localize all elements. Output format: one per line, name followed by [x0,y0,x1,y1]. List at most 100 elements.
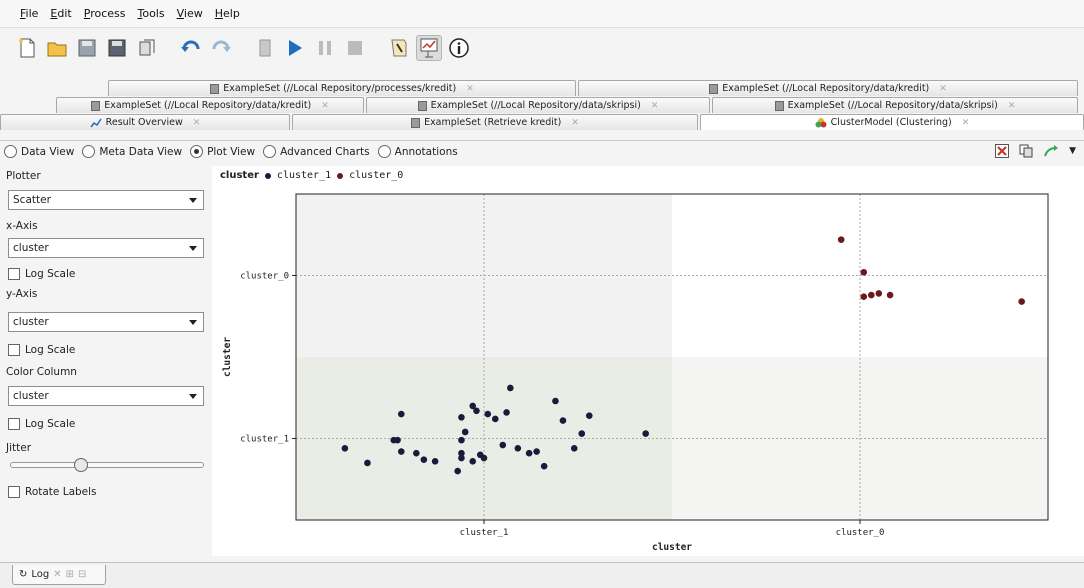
menu-edit[interactable]: Edit [50,7,71,20]
close-icon[interactable]: ✕ [571,118,579,128]
copy-icon[interactable] [1019,144,1033,158]
cluster-model-icon [815,118,827,128]
close-view-icon[interactable] [995,144,1010,158]
data-point-cluster-0 [886,291,894,299]
run-icon[interactable] [282,35,308,61]
plotter-value: Scatter [13,194,51,206]
radio-meta-data-view[interactable]: Meta Data View [82,145,182,158]
undo-icon[interactable] [178,35,204,61]
pause-icon[interactable] [312,35,338,61]
tab-result-overview[interactable]: Result Overview ✕ [0,114,290,130]
tab-exampleset-retrieve-kredit[interactable]: ExampleSet (Retrieve kredit) ✕ [292,114,698,130]
checkbox-box[interactable] [8,418,20,430]
color-column-select[interactable]: cluster [8,386,204,406]
close-icon[interactable]: ✕ [193,118,201,128]
tab-exampleset-data-skripsi[interactable]: ExampleSet (//Local Repository/data/skri… [366,97,710,113]
close-icon[interactable]: ✕ [466,84,474,94]
open-icon[interactable] [44,35,70,61]
export-icon[interactable] [134,35,160,61]
menu-process[interactable]: Process [84,7,126,20]
y-axis-select[interactable]: cluster [8,312,204,332]
data-point-cluster-1 [491,415,499,423]
menu-tools[interactable]: Tools [137,7,164,20]
x-axis-value: cluster [13,242,49,254]
color-column-label: Color Column [6,366,77,378]
menu-file[interactable]: File [20,7,38,20]
data-point-cluster-0 [875,290,883,297]
plot-area: cluster cluster_1 cluster_0 cluster_1 clu… [212,166,1084,556]
chevron-down-icon[interactable]: ▼ [1069,146,1076,156]
radio-circle[interactable] [4,145,17,158]
data-point-cluster-1 [480,454,488,462]
legend-item-cluster-0: cluster_0 [349,170,404,181]
data-point-cluster-1 [458,449,465,457]
chart-legend: cluster cluster_1 cluster_0 [220,170,403,181]
results-icon[interactable] [416,35,442,61]
stop-icon[interactable] [342,35,368,61]
wizard-icon[interactable] [386,35,412,61]
chevron-down-icon [189,198,197,203]
color-log-scale-checkbox[interactable]: Log Scale [8,418,75,430]
close-icon[interactable]: ✕ [962,118,970,128]
plotter-select[interactable]: Scatter [8,190,204,210]
log-tab[interactable]: ↻ Log ✕ ⊞ ⊟ [12,565,106,585]
chart-icon [90,118,102,127]
radio-advanced-charts[interactable]: Advanced Charts [263,145,370,158]
menu-help[interactable]: Help [215,7,240,20]
stop-all-icon[interactable] [252,35,278,61]
close-icon[interactable]: ✕ [321,101,329,111]
x-axis-title: cluster [652,542,692,553]
tab-exampleset-data-skripsi-2[interactable]: ExampleSet (//Local Repository/data/skri… [712,97,1078,113]
radio-circle[interactable] [82,145,96,158]
data-point-cluster-1 [394,436,401,444]
tab-label: ExampleSet (//Local Repository/data/kred… [722,83,930,94]
new-icon[interactable] [14,35,40,61]
radio-circle[interactable] [263,145,277,158]
close-icon[interactable]: ✕ [939,84,947,94]
tab-exampleset-data-kredit[interactable]: ExampleSet (//Local Repository/data/kred… [56,97,364,113]
checkbox-box[interactable] [8,344,20,356]
tab-label: ExampleSet (//Local Repository/data/skri… [430,100,641,111]
y-tick-label: cluster_1 [240,435,289,445]
menu-bar: File Edit Process Tools View Help [0,0,1084,28]
close-icon[interactable]: ✕ [651,101,659,111]
tab-cluster-model[interactable]: ClusterModel (Clustering) ✕ [700,114,1084,130]
jitter-slider[interactable] [10,458,204,472]
data-point-cluster-1 [454,467,461,475]
radio-label: Advanced Charts [280,145,370,158]
toolbar [0,28,1084,68]
rotate-labels-checkbox[interactable]: Rotate Labels [8,486,97,498]
radio-circle[interactable] [190,145,204,158]
data-point-cluster-0 [1018,298,1025,305]
data-point-cluster-1 [525,449,533,457]
scatter-chart[interactable]: cluster_1cluster_1cluster_0cluster_0clus… [212,166,1084,556]
data-point-cluster-1 [533,448,540,455]
close-icon[interactable]: ✕ [1008,101,1016,111]
slider-knob[interactable] [74,458,88,472]
radio-data-view[interactable]: Data View [4,145,74,158]
data-point-cluster-1 [397,410,405,418]
data-point-cluster-0 [837,236,845,243]
close-icon[interactable]: ✕ [53,569,61,580]
save-icon[interactable] [74,35,100,61]
tab-label: ExampleSet (//Local Repository/processes… [223,83,457,94]
redo-icon[interactable] [208,35,234,61]
data-point-cluster-1 [397,448,405,455]
y-log-scale-checkbox[interactable]: Log Scale [8,344,75,356]
radio-circle[interactable] [377,145,391,158]
x-log-scale-checkbox[interactable]: Log Scale [8,268,75,280]
checkbox-box[interactable] [8,486,20,498]
radio-plot-view[interactable]: Plot View [190,145,255,158]
tab-exampleset-data-kredit-2[interactable]: ExampleSet (//Local Repository/data/kred… [578,80,1078,96]
export-plot-icon[interactable] [1043,144,1059,158]
x-axis-select[interactable]: cluster [8,238,204,258]
menu-view[interactable]: View [177,7,203,20]
data-point-cluster-0 [860,268,868,276]
checkbox-box[interactable] [8,268,20,280]
info-icon[interactable] [446,35,472,61]
radio-annotations[interactable]: Annotations [377,145,458,158]
dock-icon[interactable]: ⊞ [66,569,74,580]
minimize-icon[interactable]: ⊟ [78,569,86,580]
tab-exampleset-processes-kredit[interactable]: ExampleSet (//Local Repository/processes… [108,80,576,96]
save-as-icon[interactable] [104,35,130,61]
